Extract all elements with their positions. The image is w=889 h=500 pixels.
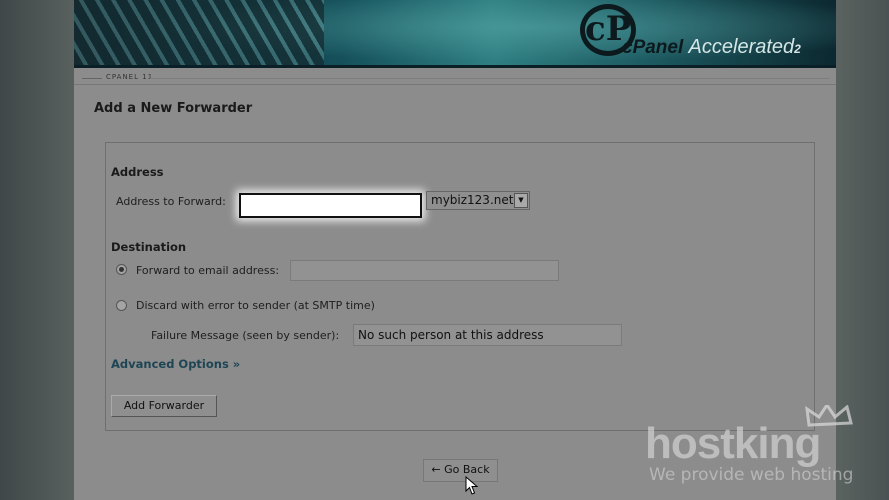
page-title: Add a New Forwarder <box>94 101 253 116</box>
hostking-watermark: hostking We provide web hosting <box>645 405 885 495</box>
forwarder-form-panel <box>105 142 815 431</box>
left-margin <box>0 0 74 500</box>
forward-email-label: Forward to email address: <box>136 264 280 277</box>
radio-selected-dot <box>119 267 124 272</box>
cpanel-logo-text: cPanel Accelerated2 <box>622 36 801 59</box>
address-to-forward-input[interactable] <box>239 193 422 218</box>
cpanel-banner: cP cPanel Accelerated2 <box>74 0 836 68</box>
failure-message-label: Failure Message (seen by sender): <box>151 329 340 342</box>
banner-decoration <box>74 0 324 68</box>
add-forwarder-button[interactable]: Add Forwarder <box>111 395 217 417</box>
watermark-tagline: We provide web hosting <box>649 465 854 485</box>
domain-select-value: mybiz123.net <box>431 193 514 207</box>
address-heading: Address <box>111 165 164 179</box>
brand-accent: Accelerated <box>688 36 795 58</box>
mouse-cursor-icon <box>465 476 479 495</box>
breadcrumb: CPANEL 11 <box>74 70 836 85</box>
forward-email-radio[interactable] <box>116 264 127 275</box>
go-back-button[interactable]: ← Go Back <box>423 459 498 482</box>
chevron-down-icon[interactable]: ▼ <box>514 193 528 208</box>
forward-email-input[interactable] <box>290 260 559 281</box>
brand-version: 2 <box>794 42 801 56</box>
address-to-forward-label: Address to Forward: <box>116 195 226 208</box>
breadcrumb-line <box>82 78 102 79</box>
discard-radio[interactable] <box>116 300 127 311</box>
failure-message-input[interactable]: No such person at this address <box>353 324 622 346</box>
brand-name: cPanel <box>622 37 684 58</box>
watermark-brand: hostking <box>645 419 821 468</box>
domain-select[interactable]: mybiz123.net ▼ <box>426 191 530 210</box>
destination-heading: Destination <box>111 240 187 254</box>
breadcrumb-home[interactable]: CPANEL 11 <box>106 73 153 81</box>
discard-label: Discard with error to sender (at SMTP ti… <box>136 299 375 312</box>
advanced-options-link[interactable]: Advanced Options » <box>111 357 240 371</box>
banner-divider <box>74 65 836 68</box>
breadcrumb-line <box>150 78 830 79</box>
